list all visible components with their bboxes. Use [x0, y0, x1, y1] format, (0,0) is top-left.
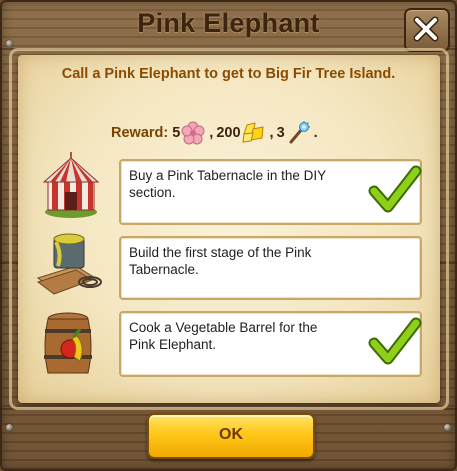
task-item: Build the first stage of the Pink Tabern…: [119, 236, 422, 300]
task-text: Buy a Pink Tabernacle in the DIY section…: [129, 168, 326, 200]
reward-amount: 3: [276, 125, 285, 141]
reward-separator: ,: [209, 125, 214, 141]
building-materials-icon: [36, 230, 106, 300]
nail-icon: [6, 40, 13, 47]
task-item: Buy a Pink Tabernacle in the DIY section…: [119, 159, 422, 225]
nail-icon: [6, 424, 13, 431]
task-text: Cook a Vegetable Barrel for the Pink Ele…: [129, 320, 318, 352]
reward-row: Reward: 5 , 200 , 3 .: [111, 121, 321, 145]
ok-button[interactable]: OK: [147, 413, 315, 459]
reward-label: Reward:: [111, 125, 169, 141]
vegetable-barrel-icon: [36, 309, 106, 379]
checkmark-icon: [368, 317, 422, 365]
reward-amount: 5: [172, 125, 181, 141]
plank-divider: [0, 48, 457, 50]
pink-flower-icon: [180, 121, 206, 145]
tabernacle-tent-icon: [36, 152, 106, 222]
reward-end: .: [313, 125, 318, 141]
reward-amount: 200: [216, 125, 241, 141]
magic-wand-icon: [285, 121, 311, 145]
nail-icon: [444, 424, 451, 431]
close-icon: [413, 16, 439, 42]
reward-separator: ,: [269, 125, 274, 141]
dialog-title: Pink Elephant: [137, 8, 320, 38]
close-button[interactable]: [404, 8, 450, 52]
task-item: Cook a Vegetable Barrel for the Pink Ele…: [119, 311, 422, 377]
gold-coins-icon: [241, 121, 267, 145]
task-text: Build the first stage of the Pink Tabern…: [129, 245, 312, 277]
quest-description: Call a Pink Elephant to get to Big Fir T…: [61, 66, 396, 82]
plank-divider: [0, 408, 457, 410]
checkmark-icon: [368, 165, 422, 213]
